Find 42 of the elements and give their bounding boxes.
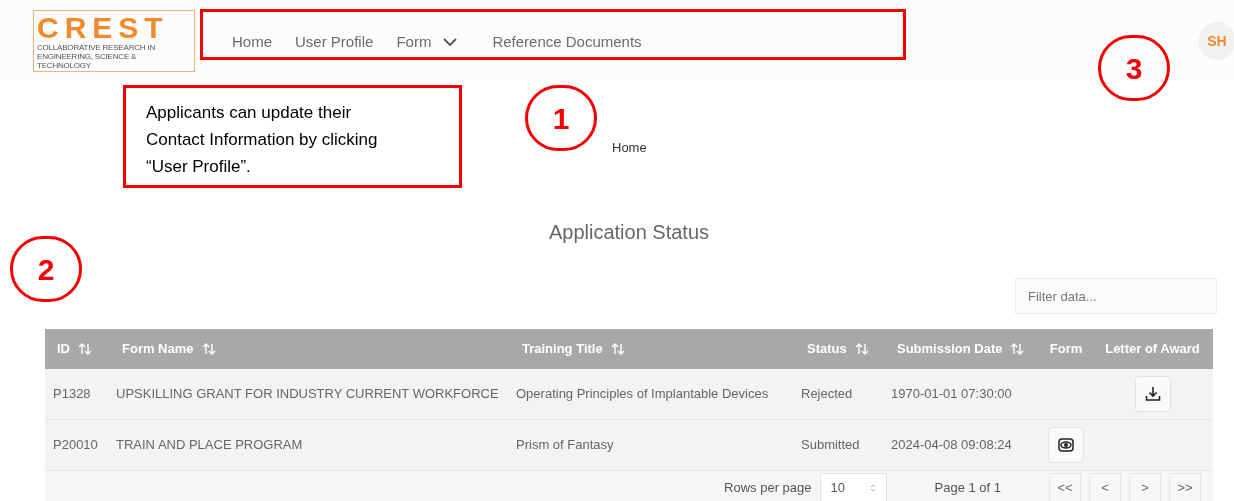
pagination-button[interactable]: >> <box>1169 472 1201 501</box>
table-cell-text: 2024-04-08 09:08:24 <box>890 436 1013 455</box>
filter-field[interactable]: Filter data... <box>1015 278 1217 314</box>
sort-icon[interactable] <box>78 343 92 355</box>
nav-dropdown[interactable]: Form <box>396 31 458 54</box>
table-cell-text: P1328 <box>52 385 92 404</box>
pagination-button[interactable]: > <box>1129 472 1161 501</box>
rows-per-page-label: Rows per page <box>724 479 812 498</box>
step-marker: 2 <box>10 236 82 302</box>
step-marker: 3 <box>1098 35 1170 101</box>
page-title: Application Status <box>548 220 710 245</box>
callout-note: Applicants can update their Contact Information by clicking “User Profile”. <box>123 85 462 188</box>
sort-icon[interactable] <box>201 343 216 355</box>
table-cell-text: Rejected <box>800 385 854 404</box>
nav-link[interactable]: Reference Documents <box>492 31 642 54</box>
eye-icon <box>1058 438 1074 452</box>
sort-icon[interactable] <box>1010 343 1025 355</box>
pagination-button[interactable]: << <box>1049 472 1081 501</box>
column-header: Letter of Award <box>1104 340 1201 359</box>
sort-icon[interactable] <box>854 343 869 355</box>
table-cell-text: Operating Principles of Implantable Devices <box>515 385 770 404</box>
view-form-button[interactable] <box>1048 427 1084 463</box>
chevron-down-icon <box>443 37 458 47</box>
page-info: Page 1 of 1 <box>934 479 1001 498</box>
up-down-icon <box>869 483 876 493</box>
step-marker: 1 <box>525 85 597 151</box>
rows-per-page-select[interactable]: 10 <box>819 472 887 501</box>
nav-link[interactable]: User Profile <box>295 31 374 54</box>
table-cell-text: UPSKILLING GRANT FOR INDUSTRY CURRENT WORKFORCE <box>115 385 500 404</box>
nav-link[interactable]: Home <box>232 31 272 54</box>
table-cell-text: Submitted <box>800 436 861 455</box>
table-cell-text: P20010 <box>52 436 99 455</box>
column-header: Form <box>1048 340 1084 359</box>
pagination-button[interactable]: < <box>1089 472 1121 501</box>
crest-logo: CREST COLLABORATIVE RESEARCH IN ENGINEERING, SCIENCE & TECHNOLOGY <box>33 10 195 72</box>
breadcrumb[interactable]: Home <box>612 137 647 157</box>
table-cell-text: 1970-01-01 07:30:00 <box>890 385 1013 404</box>
download-icon <box>1144 386 1161 402</box>
sort-icon[interactable] <box>610 343 625 355</box>
table-cell-text: Prism of Fantasy <box>515 436 615 455</box>
download-button[interactable] <box>1134 376 1171 412</box>
table-cell-text: TRAIN AND PLACE PROGRAM <box>115 436 304 455</box>
